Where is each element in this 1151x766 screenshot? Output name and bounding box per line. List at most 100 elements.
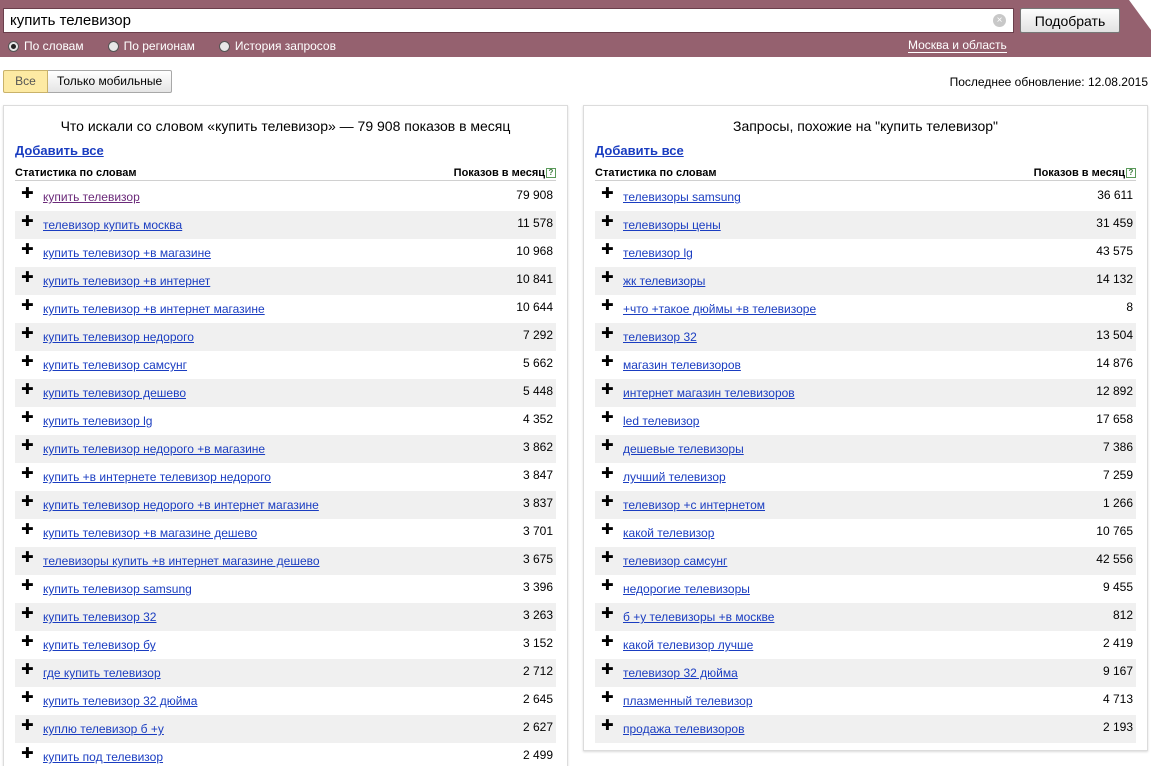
radio-checked-icon[interactable] (8, 40, 19, 52)
clear-icon[interactable]: × (993, 14, 1006, 27)
plus-icon[interactable]: ✚ (21, 494, 34, 509)
phrase-link[interactable]: жк телевизоры (623, 274, 705, 288)
phrase-link[interactable]: телевизоры купить +в интернет магазине д… (43, 554, 320, 568)
plus-icon[interactable]: ✚ (21, 214, 34, 229)
phrase-link[interactable]: купить телевизор +в интернет магазине (43, 302, 265, 316)
phrase-link[interactable]: телевизоры samsung (623, 190, 741, 204)
phrase-link[interactable]: телевизор 32 (623, 330, 697, 344)
phrase-link[interactable]: плазменный телевизор (623, 694, 753, 708)
plus-icon[interactable]: ✚ (601, 354, 614, 369)
filter-all-button[interactable]: Все (3, 70, 48, 93)
plus-icon[interactable]: ✚ (601, 382, 614, 397)
radio-icon[interactable] (107, 40, 119, 52)
help-icon[interactable]: ? (546, 168, 556, 178)
phrase-link[interactable]: купить телевизор samsung (43, 582, 192, 596)
phrase-link[interactable]: телевизоры цены (623, 218, 721, 232)
plus-icon[interactable]: ✚ (21, 438, 34, 453)
plus-icon[interactable]: ✚ (21, 298, 34, 313)
plus-icon[interactable]: ✚ (601, 242, 614, 257)
phrase-link[interactable]: купить телевизор 32 дюйма (43, 694, 197, 708)
phrase-link[interactable]: купить телевизор недорого +в интернет ма… (43, 498, 319, 512)
plus-icon[interactable]: ✚ (21, 382, 34, 397)
mode-by-words[interactable]: По словам (8, 39, 84, 53)
phrase-link[interactable]: интернет магазин телевизоров (623, 386, 795, 400)
phrase-link[interactable]: куплю телевизор б +у (43, 722, 164, 736)
mode-by-regions[interactable]: По регионам (107, 39, 195, 53)
phrase-link[interactable]: купить телевизор недорого (43, 330, 194, 344)
plus-icon[interactable]: ✚ (601, 298, 614, 313)
phrase-link[interactable]: магазин телевизоров (623, 358, 741, 372)
plus-icon[interactable]: ✚ (21, 270, 34, 285)
phrase-link[interactable]: телевизор lg (623, 246, 693, 260)
plus-icon[interactable]: ✚ (21, 634, 34, 649)
mode-history[interactable]: История запросов (218, 39, 336, 53)
phrase-link[interactable]: купить телевизор (43, 190, 140, 204)
phrase-link[interactable]: недорогие телевизоры (623, 582, 750, 596)
phrase-link[interactable]: купить телевизор недорого +в магазине (43, 442, 265, 456)
phrase-link[interactable]: купить под телевизор (43, 750, 163, 764)
phrase-link[interactable]: купить телевизор бу (43, 638, 156, 652)
plus-icon[interactable]: ✚ (21, 550, 34, 565)
phrase-link[interactable]: где купить телевизор (43, 666, 161, 680)
plus-icon[interactable]: ✚ (21, 410, 34, 425)
plus-icon[interactable]: ✚ (601, 466, 614, 481)
list-item: ✚ купить телевизор +в магазине 10 968 (15, 239, 556, 267)
plus-icon[interactable]: ✚ (601, 718, 614, 733)
plus-icon[interactable]: ✚ (21, 746, 34, 761)
plus-icon[interactable]: ✚ (601, 326, 614, 341)
help-icon[interactable]: ? (1126, 168, 1136, 178)
plus-icon[interactable]: ✚ (601, 634, 614, 649)
phrase-link[interactable]: телевизор +с интернетом (623, 498, 765, 512)
phrase-link[interactable]: лучший телевизор (623, 470, 726, 484)
plus-icon[interactable]: ✚ (21, 606, 34, 621)
region-link[interactable]: Москва и область (908, 38, 1007, 53)
plus-icon[interactable]: ✚ (21, 354, 34, 369)
phrase-link[interactable]: купить телевизор самсунг (43, 358, 187, 372)
plus-icon[interactable]: ✚ (21, 662, 34, 677)
phrase-link[interactable]: телевизор 32 дюйма (623, 666, 738, 680)
phrase-link[interactable]: продажа телевизоров (623, 722, 744, 736)
plus-icon[interactable]: ✚ (601, 214, 614, 229)
plus-icon[interactable]: ✚ (21, 690, 34, 705)
plus-icon[interactable]: ✚ (21, 186, 34, 201)
plus-icon[interactable]: ✚ (601, 606, 614, 621)
plus-icon[interactable]: ✚ (601, 494, 614, 509)
add-all-link[interactable]: Добавить все (595, 143, 684, 158)
plus-icon[interactable]: ✚ (601, 186, 614, 201)
phrase-link[interactable]: телевизор самсунг (623, 554, 727, 568)
add-all-link[interactable]: Добавить все (15, 143, 104, 158)
phrase-link[interactable]: +что +такое дюймы +в телевизоре (623, 302, 816, 316)
plus-icon[interactable]: ✚ (601, 270, 614, 285)
plus-icon[interactable]: ✚ (601, 438, 614, 453)
phrase-link[interactable]: купить телевизор дешево (43, 386, 186, 400)
plus-icon[interactable]: ✚ (601, 410, 614, 425)
plus-icon[interactable]: ✚ (21, 522, 34, 537)
plus-icon[interactable]: ✚ (601, 690, 614, 705)
plus-icon[interactable]: ✚ (21, 718, 34, 733)
plus-icon[interactable]: ✚ (21, 466, 34, 481)
phrase-link[interactable]: купить телевизор +в магазине (43, 246, 211, 260)
plus-icon[interactable]: ✚ (601, 662, 614, 677)
phrase-link[interactable]: купить телевизор +в магазине дешево (43, 526, 257, 540)
plus-icon[interactable]: ✚ (601, 522, 614, 537)
phrase-link[interactable]: какой телевизор (623, 526, 714, 540)
phrase-link[interactable]: дешевые телевизоры (623, 442, 744, 456)
phrase-link[interactable]: led телевизор (623, 414, 699, 428)
panel-title: Запросы, похожие на "купить телевизор" (732, 118, 999, 134)
plus-icon[interactable]: ✚ (21, 578, 34, 593)
phrase-link[interactable]: купить +в интернете телевизор недорого (43, 470, 271, 484)
phrase-link[interactable]: купить телевизор 32 (43, 610, 156, 624)
radio-icon[interactable] (218, 40, 230, 52)
phrase-link[interactable]: купить телевизор +в интернет (43, 274, 210, 288)
phrase-link[interactable]: купить телевизор lg (43, 414, 152, 428)
phrase-link[interactable]: б +у телевизоры +в москве (623, 610, 774, 624)
plus-icon[interactable]: ✚ (21, 242, 34, 257)
plus-icon[interactable]: ✚ (21, 326, 34, 341)
plus-icon[interactable]: ✚ (601, 578, 614, 593)
submit-button[interactable]: Подобрать (1020, 8, 1120, 33)
phrase-link[interactable]: телевизор купить москва (43, 218, 182, 232)
phrase-link[interactable]: какой телевизор лучше (623, 638, 753, 652)
filter-mobile-button[interactable]: Только мобильные (48, 70, 173, 93)
plus-icon[interactable]: ✚ (601, 550, 614, 565)
search-input[interactable] (4, 9, 984, 32)
